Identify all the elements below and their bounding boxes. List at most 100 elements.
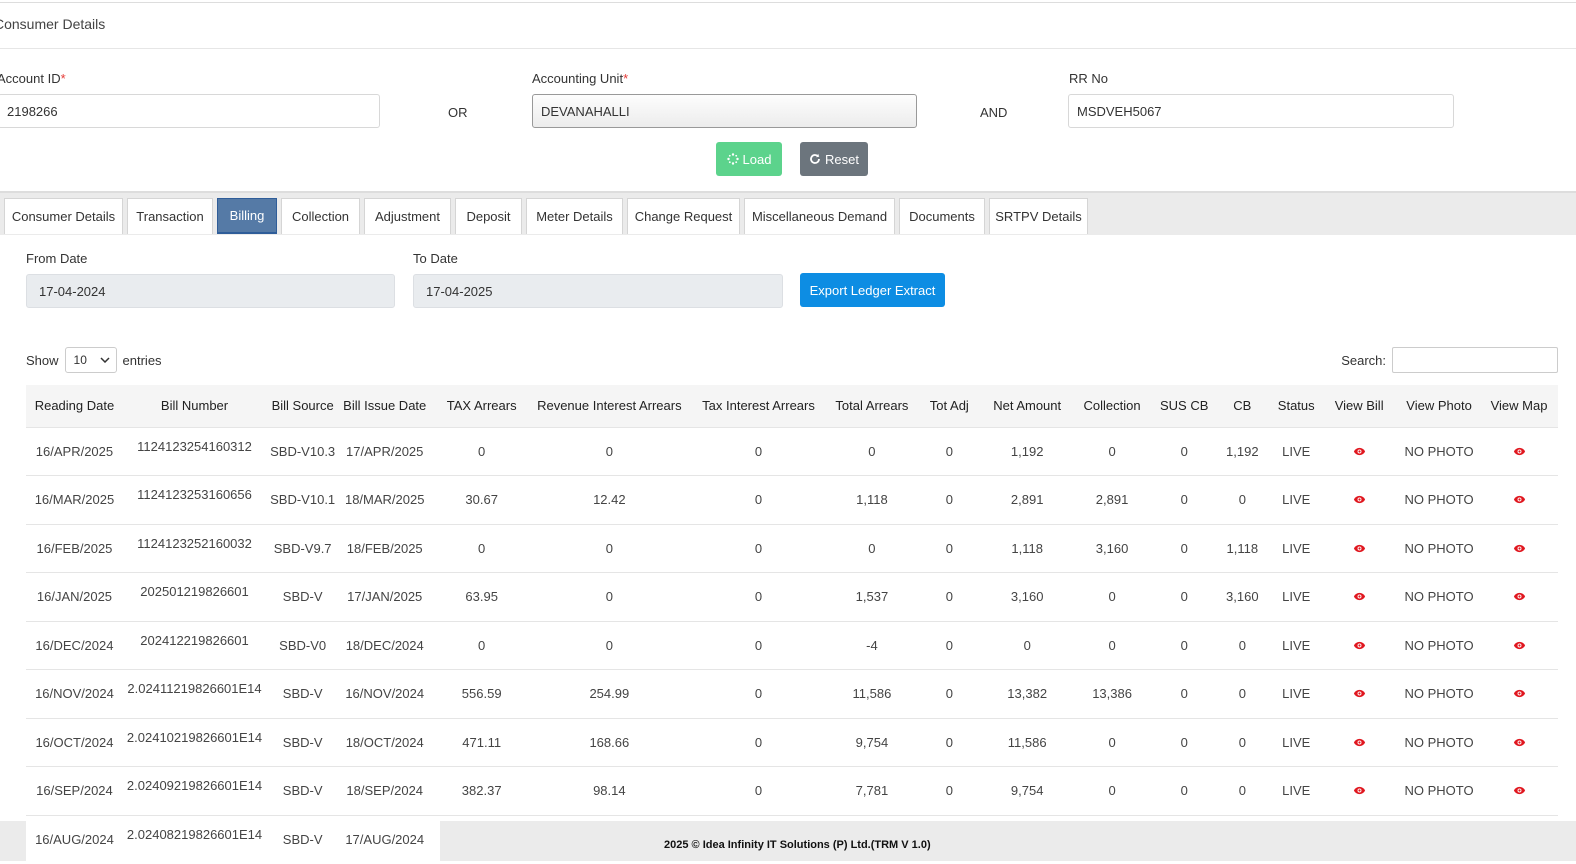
cell-9: 13,382 (986, 669, 1069, 718)
accounting-unit-select[interactable]: DEVANAHALLI (532, 94, 917, 128)
view-map-button[interactable] (1480, 572, 1558, 621)
cell-6: 0 (685, 572, 832, 621)
tab-documents[interactable]: Documents (899, 198, 985, 234)
col-bill-number[interactable]: Bill Number (122, 385, 267, 427)
tab-meter-details[interactable]: Meter Details (526, 198, 623, 234)
entries-label: entries (122, 352, 162, 368)
billing-table: Reading Date Bill Number Bill Source Bil… (26, 385, 1558, 864)
spinner-icon (726, 153, 739, 165)
col-tot-adj[interactable]: Tot Adj (912, 385, 987, 427)
view-bill-button[interactable] (1320, 523, 1399, 573)
col-bill-issue-date[interactable]: Bill Issue Date (339, 385, 431, 427)
tab-collection[interactable]: Collection (281, 198, 360, 234)
cell-8: 0 (912, 475, 987, 524)
col-view-map[interactable]: View Map (1480, 385, 1558, 427)
cell-1: 2.02410219826601E14 (122, 712, 267, 762)
view-map-button[interactable] (1480, 426, 1558, 476)
view-bill-button[interactable] (1320, 572, 1399, 621)
view-map-button[interactable] (1480, 766, 1558, 815)
chevron-down-icon (100, 357, 110, 363)
cell-15: NO PHOTO (1398, 669, 1481, 718)
cell-11: 0 (1155, 766, 1213, 815)
load-button-label: Load (742, 151, 772, 167)
view-bill-button[interactable] (1320, 620, 1399, 670)
eye-icon (1353, 593, 1365, 601)
cell-4: 382.37 (430, 766, 534, 815)
view-map-button[interactable] (1480, 620, 1558, 670)
col-revenue-interest-arrears[interactable]: Revenue Interest Arrears (533, 385, 686, 427)
view-bill-button[interactable] (1320, 717, 1399, 767)
cell-9: 1,118 (986, 523, 1069, 573)
cell-2: SBD-V (266, 572, 340, 621)
view-map-button[interactable] (1480, 717, 1558, 767)
col-net-amount[interactable]: Net Amount (986, 385, 1069, 427)
reset-button[interactable]: Reset (800, 142, 868, 176)
tab-transaction[interactable]: Transaction (127, 198, 213, 234)
cell-1: 202412219826601 (122, 615, 267, 665)
account-id-input[interactable]: 2198266 (0, 94, 380, 128)
eye-icon (1513, 544, 1525, 552)
tab-srtpv-details[interactable]: SRTPV Details (989, 198, 1088, 234)
table-row: 16/DEC/2024 202412219826601 SBD-V0 18/DEC/2… (26, 615, 1558, 670)
view-map-button[interactable] (1480, 523, 1558, 573)
col-total-arrears[interactable]: Total Arrears (831, 385, 913, 427)
cell-5: 12.42 (533, 475, 686, 524)
tab-billing[interactable]: Billing (217, 198, 277, 234)
cell-12: 1,118 (1212, 523, 1273, 573)
cell-7: 1,537 (831, 572, 913, 621)
cell-11: 0 (1155, 669, 1213, 718)
cell-12: 3,160 (1212, 572, 1273, 621)
table-row: 16/JAN/2025 202501219826601 SBD-V 17/JAN/20… (26, 567, 1558, 621)
load-button[interactable]: Load (716, 142, 782, 176)
view-bill-button[interactable] (1320, 475, 1399, 524)
cell-0: 16/DEC/2024 (26, 620, 123, 670)
cell-9: 3,160 (986, 572, 1069, 621)
cell-13: LIVE (1272, 620, 1321, 670)
cell-12: 0 (1212, 475, 1273, 524)
col-sus-cb[interactable]: SUS CB (1155, 385, 1213, 427)
col-view-photo[interactable]: View Photo (1398, 385, 1481, 427)
col-collection[interactable]: Collection (1068, 385, 1156, 427)
col-bill-source[interactable]: Bill Source (266, 385, 340, 427)
view-bill-button[interactable] (1320, 426, 1399, 476)
tab-deposit[interactable]: Deposit (455, 198, 522, 234)
cell-6: 0 (685, 766, 832, 815)
cell-3: 16/NOV/2024 (339, 669, 431, 718)
cell-13: LIVE (1272, 766, 1321, 815)
rr-no-input[interactable]: MSDVEH5067 (1068, 94, 1454, 128)
cell-5: 0 (533, 620, 686, 670)
eye-icon (1513, 496, 1525, 504)
search-input[interactable] (1392, 347, 1558, 373)
col-tax-interest-arrears[interactable]: Tax Interest Arrears (685, 385, 832, 427)
cell-11: 0 (1155, 717, 1213, 767)
col-status[interactable]: Status (1272, 385, 1321, 427)
col-reading-date[interactable]: Reading Date (26, 385, 123, 427)
tab-adjustment[interactable]: Adjustment (364, 198, 451, 234)
eye-icon (1353, 690, 1365, 698)
tab-consumer-details[interactable]: Consumer Details (4, 198, 123, 234)
col-cb[interactable]: CB (1212, 385, 1273, 427)
page-length-value: 10 (73, 353, 87, 367)
cell-4: 30.67 (430, 475, 534, 524)
export-ledger-button[interactable]: Export Ledger Extract (800, 273, 945, 307)
cell-15: NO PHOTO (1398, 766, 1481, 815)
refresh-icon (810, 153, 820, 164)
cell-8: 0 (912, 572, 987, 621)
to-date-input[interactable]: 17-04-2025 (413, 274, 783, 308)
page-length-select[interactable]: 10 (64, 347, 117, 373)
from-date-input[interactable]: 17-04-2024 (26, 274, 395, 308)
show-label: Show (26, 352, 59, 368)
view-bill-button[interactable] (1320, 669, 1399, 718)
col-view-bill[interactable]: View Bill (1320, 385, 1399, 427)
cell-5: 0 (533, 572, 686, 621)
view-map-button[interactable] (1480, 475, 1558, 524)
view-map-button[interactable] (1480, 669, 1558, 718)
eye-icon (1513, 641, 1525, 649)
tab-miscellaneous-demand[interactable]: Miscellaneous Demand (744, 198, 895, 234)
view-bill-button[interactable] (1320, 766, 1399, 815)
cell-13: LIVE (1272, 426, 1321, 476)
tab-change-request[interactable]: Change Request (627, 198, 740, 234)
cell-3: 18/FEB/2025 (339, 523, 431, 573)
cell-4: 0 (430, 426, 534, 476)
col-tax-arrears[interactable]: TAX Arrears (430, 385, 534, 427)
